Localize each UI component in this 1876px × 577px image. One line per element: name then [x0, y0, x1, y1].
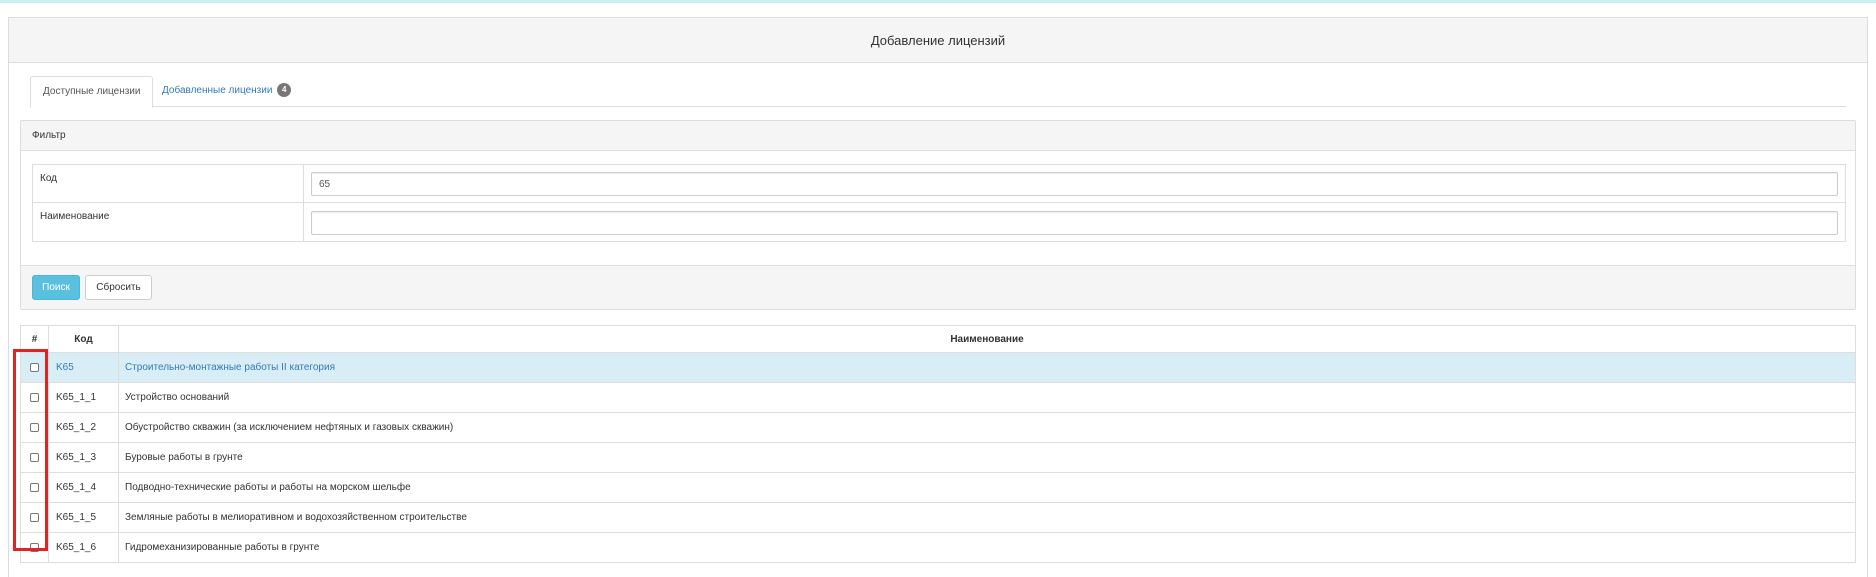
checkbox-cell	[21, 383, 49, 412]
checkbox-cell	[21, 473, 49, 502]
code-cell: K65_1_2	[49, 413, 119, 442]
panel-title: Добавление лицензий	[870, 32, 1006, 48]
row-checkbox[interactable]	[30, 543, 39, 552]
table-row[interactable]: K65_1_2 Обустройство скважин (за исключе…	[21, 413, 1855, 443]
row-checkbox[interactable]	[30, 483, 39, 492]
licenses-table: # Код Наименование K65 Строительно-монта…	[20, 325, 1856, 563]
row-checkbox[interactable]	[30, 423, 39, 432]
tab-bar: Доступные лицензии Добавленные лицензии …	[30, 76, 1846, 108]
table-row[interactable]: K65_1_4 Подводно-технические работы и ра…	[21, 473, 1855, 503]
name-cell: Устройство оснований	[125, 392, 230, 403]
code-cell: K65_1_1	[49, 383, 119, 412]
count-badge: 4	[277, 83, 292, 97]
table-row[interactable]: K65_1_5 Земляные работы в мелиоративном …	[21, 503, 1855, 533]
name-cell: Земляные работы в мелиоративном и водохо…	[125, 512, 467, 523]
code-cell: K65_1_4	[49, 473, 119, 502]
name-cell: Строительно-монтажные работы II категори…	[125, 362, 335, 373]
filter-title: Фильтр	[32, 130, 66, 141]
name-cell: Подводно-технические работы и работы на …	[125, 482, 411, 493]
top-accent-line	[0, 0, 1876, 3]
row-checkbox[interactable]	[30, 363, 39, 372]
code-cell: K65	[49, 353, 119, 382]
reset-button[interactable]: Сбросить	[85, 275, 152, 300]
checkbox-cell	[21, 353, 49, 382]
column-header-number: #	[21, 326, 49, 352]
checkbox-cell	[21, 413, 49, 442]
table-header-row: # Код Наименование	[21, 326, 1855, 353]
name-cell: Гидромеханизированные работы в грунте	[125, 542, 320, 553]
panel-body: Доступные лицензии Добавленные лицензии …	[9, 76, 1867, 108]
row-checkbox[interactable]	[30, 513, 39, 522]
tab-available-licenses[interactable]: Доступные лицензии	[30, 76, 154, 108]
column-header-name[interactable]: Наименование	[119, 326, 1855, 352]
tab-label: Добавленные лицензии	[162, 85, 273, 96]
row-checkbox[interactable]	[30, 393, 39, 402]
name-input[interactable]	[311, 211, 1838, 235]
name-cell: Обустройство скважин (за исключением неф…	[125, 422, 454, 433]
panel-header: Добавление лицензий	[9, 18, 1867, 63]
table-row[interactable]: K65_1_1 Устройство оснований	[21, 383, 1855, 413]
code-input[interactable]	[311, 172, 1838, 196]
tab-label: Доступные лицензии	[43, 86, 141, 97]
name-label: Наименование	[33, 203, 304, 241]
filter-panel: Фильтр Код Наименование Поиск Сбросить	[20, 120, 1856, 310]
search-button[interactable]: Поиск	[32, 275, 80, 300]
tab-added-licenses[interactable]: Добавленные лицензии 4	[150, 76, 303, 107]
checkbox-cell	[21, 503, 49, 532]
table-row[interactable]: K65_1_3 Буровые работы в грунте	[21, 443, 1855, 473]
name-cell: Буровые работы в грунте	[125, 452, 243, 463]
filter-header: Фильтр	[21, 121, 1855, 151]
column-header-code[interactable]: Код	[49, 326, 119, 352]
filter-footer: Поиск Сбросить	[21, 265, 1855, 309]
checkbox-cell	[21, 443, 49, 472]
code-cell: K65_1_5	[49, 503, 119, 532]
code-label: Код	[33, 165, 304, 202]
filter-fields: Код Наименование	[32, 164, 1846, 242]
code-cell: K65_1_3	[49, 443, 119, 472]
checkbox-cell	[21, 533, 49, 562]
add-licenses-panel: Добавление лицензий Доступные лицензии Д…	[8, 17, 1868, 577]
code-cell: K65_1_6	[49, 533, 119, 562]
filter-row-code: Код	[33, 165, 1845, 203]
row-checkbox[interactable]	[30, 453, 39, 462]
filter-row-name: Наименование	[33, 203, 1845, 241]
table-row[interactable]: K65_1_6 Гидромеханизированные работы в г…	[21, 533, 1855, 563]
table-row[interactable]: K65 Строительно-монтажные работы II кате…	[21, 353, 1855, 383]
